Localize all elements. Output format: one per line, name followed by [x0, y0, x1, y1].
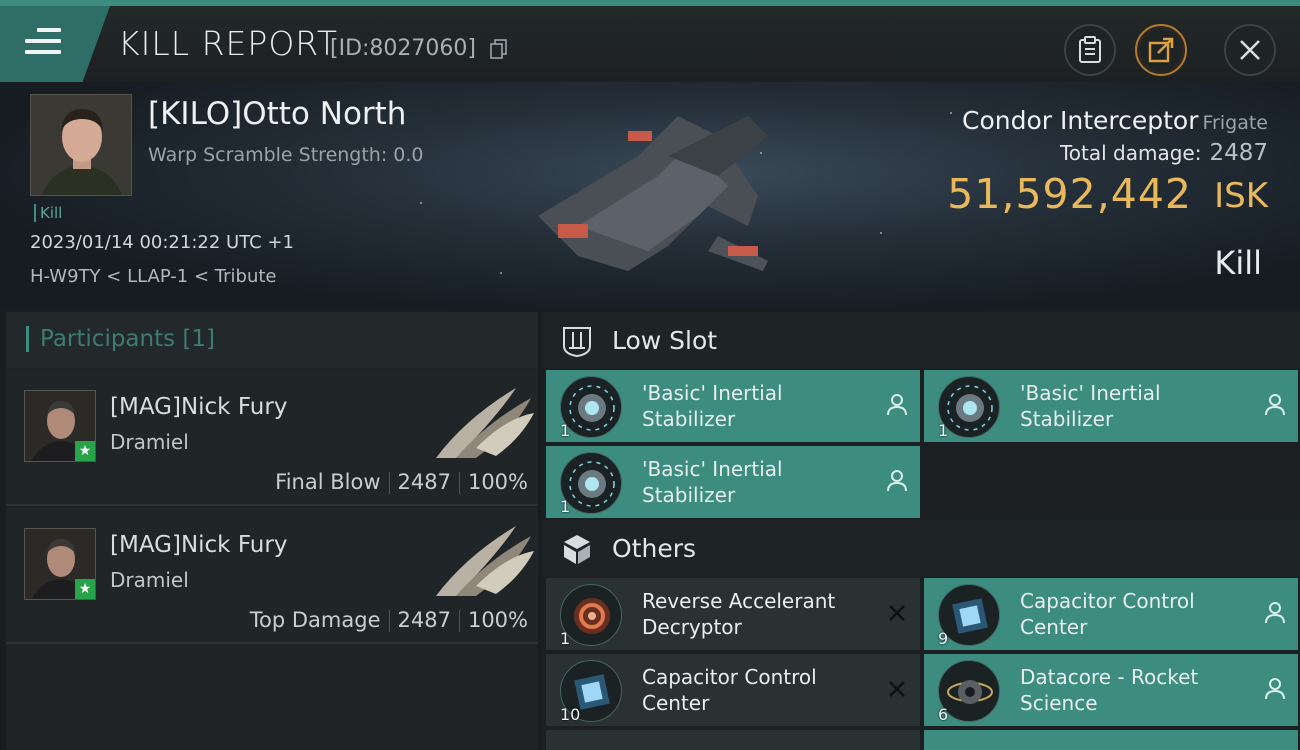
participants-header: Participants [1] [6, 312, 538, 368]
cube-icon [564, 535, 590, 564]
item-name: 'Basic' Inertial Stabilizer [642, 381, 783, 431]
ship-name-text: Condor Interceptor [962, 106, 1199, 135]
x-icon [884, 600, 910, 626]
item-quantity: 6 [938, 705, 949, 724]
isk-value: 51,592,442 [947, 170, 1192, 218]
participant-role: Final Blow [275, 470, 381, 494]
person-icon [1262, 600, 1288, 626]
victim-ship-image[interactable] [518, 96, 788, 286]
participant-row[interactable]: ★ [MAG]Nick Fury Dramiel Final Blow 2487 1… [6, 370, 538, 506]
participant-ship-image[interactable] [426, 516, 536, 596]
participant-ship: Dramiel [110, 568, 189, 592]
header-accent-bar [26, 326, 29, 352]
participant-damage: 2487 [397, 608, 451, 632]
fitting-item[interactable] [546, 730, 920, 750]
fitting-item[interactable]: 9 Capacitor Control Center [924, 578, 1298, 650]
low-slot-icon [563, 327, 591, 358]
kill-datetime: 2023/01/14 00:21:22 UTC +1 [30, 232, 294, 253]
low-slot-header: Low Slot [542, 312, 1300, 368]
close-icon [1240, 40, 1260, 60]
victim-name[interactable]: [KILO]Otto North [148, 96, 406, 132]
participant-percent: 100% [467, 608, 528, 632]
participant-ship-image[interactable] [426, 378, 536, 458]
participant-stats: Top Damage 2487 100% [250, 608, 528, 632]
result-label: Kill [1214, 244, 1262, 282]
participant-ship: Dramiel [110, 430, 189, 454]
item-name: Capacitor Control Center [642, 665, 817, 715]
item-name: Datacore - Rocket Science [1020, 665, 1199, 715]
fitting-item[interactable]: 1 'Basic' Inertial Stabilizer [924, 370, 1298, 442]
others-header: Others [542, 520, 1300, 576]
fitting-item[interactable]: 1 'Basic' Inertial Stabilizer [546, 370, 920, 442]
menu-button[interactable] [0, 6, 110, 82]
fitting-item[interactable]: 10 Capacitor Control Center [546, 654, 920, 726]
share-icon [1148, 37, 1174, 63]
item-quantity: 9 [938, 629, 949, 648]
item-quantity: 10 [560, 705, 581, 724]
total-damage: Total damage: 2487 [1060, 140, 1268, 166]
participant-percent: 100% [467, 470, 528, 494]
participant-row[interactable]: ★ [MAG]Nick Fury Dramiel Top Damage 2487 1… [6, 508, 538, 644]
participant-stats: Final Blow 2487 100% [275, 470, 528, 494]
share-button[interactable] [1135, 24, 1187, 76]
star-badge-icon: ★ [75, 579, 95, 599]
victim-avatar[interactable] [30, 94, 132, 196]
kill-tag: Kill [34, 204, 62, 222]
item-name: Reverse Accelerant Decryptor [642, 589, 836, 639]
fitting-panel: Low Slot 1 'Basic' Inertial Stabilizer 1… [542, 312, 1300, 750]
others-label: Others [612, 534, 697, 563]
star-badge-icon: ★ [75, 441, 95, 461]
top-bar: KILL REPORT [ID:8027060] [0, 0, 1300, 82]
victim-summary: [KILO]Otto North Warp Scramble Strength:… [0, 82, 1300, 308]
kill-location[interactable]: H-W9TY < LLAP-1 < Tribute [30, 266, 277, 287]
isk-unit: ISK [1214, 176, 1268, 216]
item-name: 'Basic' Inertial Stabilizer [1020, 381, 1161, 431]
low-slot-label: Low Slot [612, 326, 718, 355]
participant-role: Top Damage [249, 608, 381, 632]
page-title: KILL REPORT [118, 24, 338, 63]
fitting-item[interactable] [924, 730, 1298, 750]
clipboard-button[interactable] [1064, 24, 1116, 76]
participant-name[interactable]: [MAG]Nick Fury [110, 394, 287, 420]
victim-ship-name[interactable]: Condor Interceptor Frigate [962, 106, 1268, 135]
copy-icon[interactable] [490, 39, 508, 59]
warp-scramble-strength: Warp Scramble Strength: 0.0 [148, 144, 424, 166]
close-button[interactable] [1224, 24, 1276, 76]
item-quantity: 1 [938, 421, 949, 440]
item-quantity: 1 [560, 629, 571, 648]
participant-avatar[interactable]: ★ [24, 390, 96, 462]
item-quantity: 1 [560, 497, 571, 516]
participants-panel: Participants [1] ★ [MAG]Nick Fury Dramie… [6, 312, 538, 750]
clipboard-icon [1079, 36, 1101, 63]
participant-name[interactable]: [MAG]Nick Fury [110, 532, 287, 558]
item-name: 'Basic' Inertial Stabilizer [642, 457, 783, 507]
total-damage-label: Total damage: [1059, 141, 1202, 165]
item-quantity: 1 [560, 421, 571, 440]
fitting-item[interactable]: 1 'Basic' Inertial Stabilizer [546, 446, 920, 518]
person-icon [884, 468, 910, 494]
person-icon [1262, 676, 1288, 702]
ship-class: Frigate [1202, 112, 1268, 134]
x-icon [884, 676, 910, 702]
fitting-item[interactable]: 1 Reverse Accelerant Decryptor [546, 578, 920, 650]
hamburger-icon [25, 28, 61, 54]
participants-title: Participants [1] [40, 326, 215, 352]
fitting-item[interactable]: 6 Datacore - Rocket Science [924, 654, 1298, 726]
item-name: Capacitor Control Center [1020, 589, 1195, 639]
participant-avatar[interactable]: ★ [24, 528, 96, 600]
person-icon [1262, 392, 1288, 418]
person-icon [884, 392, 910, 418]
participant-damage: 2487 [397, 470, 451, 494]
total-damage-value: 2487 [1209, 140, 1268, 166]
report-id: [ID:8027060] [330, 36, 476, 61]
